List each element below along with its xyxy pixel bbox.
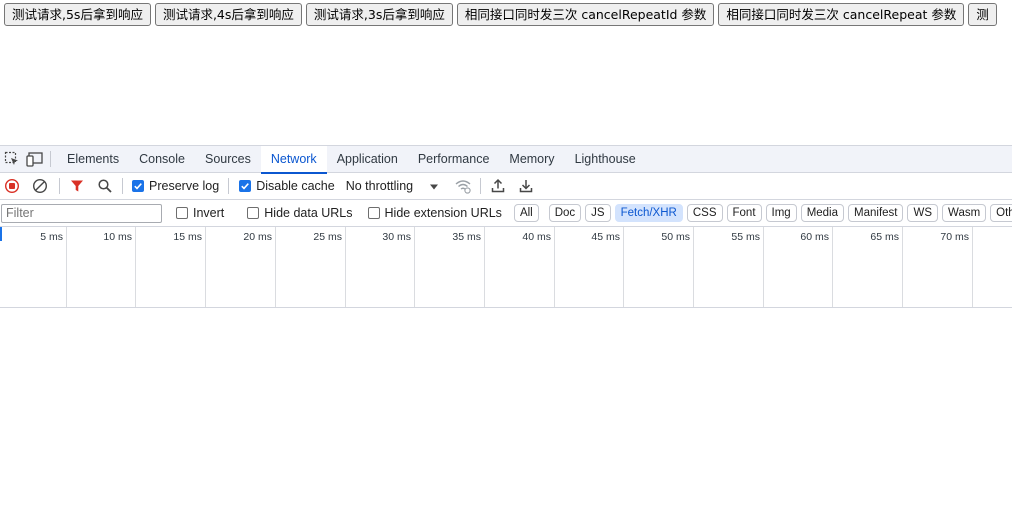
timeline-tick-label: 55 ms: [731, 231, 760, 243]
timeline-gridline: [554, 227, 555, 307]
clear-icon[interactable]: [29, 175, 51, 197]
timeline-gridline: [135, 227, 136, 307]
dropdown-arrow-icon: [429, 179, 439, 194]
timeline-gridline: [275, 227, 276, 307]
throttling-select[interactable]: No throttling: [346, 179, 439, 194]
timeline-tick-label: 35 ms: [452, 231, 481, 243]
hide-extension-urls-check-box[interactable]: [367, 207, 380, 219]
page-button-row: 测试请求,5s后拿到响应 测试请求,4s后拿到响应 测试请求,3s后拿到响应 相…: [4, 3, 997, 26]
preserve-log-check-icon[interactable]: [132, 180, 144, 192]
type-filter-fetch-xhr[interactable]: Fetch/XHR: [614, 204, 683, 222]
tab-network[interactable]: Network: [260, 145, 327, 174]
toolbar-separator: [122, 178, 123, 194]
network-timeline-overview[interactable]: 5 ms 10 ms 15 ms 20 ms 25 ms 30 ms 35 ms 40 ms 4…: [0, 227, 1012, 308]
timeline-gridline: [832, 227, 833, 307]
devtools-panel: Elements Console Sources Network Applica…: [0, 145, 1012, 520]
export-har-download-icon[interactable]: [515, 175, 537, 197]
timeline-tick-label: 60 ms: [800, 231, 829, 243]
disable-cache-checkbox[interactable]: Disable cache: [239, 179, 335, 193]
truncated-test-button[interactable]: 测: [968, 3, 997, 26]
type-filter-wasm[interactable]: Wasm: [942, 204, 987, 222]
tab-application[interactable]: Application: [327, 146, 408, 173]
test-request-5s-button[interactable]: 测试请求,5s后拿到响应: [4, 3, 151, 26]
same-api-cancel-repeat-button[interactable]: 相同接口同时发三次 cancelRepeat 参数: [718, 3, 965, 26]
tab-performance[interactable]: Performance: [408, 146, 500, 173]
timeline-tick-label: 15 ms: [173, 231, 202, 243]
timeline-start-marker: [0, 227, 2, 241]
timeline-gridline: [66, 227, 67, 307]
filter-input[interactable]: [1, 203, 162, 223]
throttling-value: No throttling: [345, 179, 414, 193]
type-filter-other[interactable]: Other: [990, 204, 1012, 222]
record-stop-icon[interactable]: [1, 175, 23, 197]
type-filter-manifest[interactable]: Manifest: [848, 204, 904, 222]
invert-checkbox[interactable]: Invert: [176, 206, 224, 220]
timeline-tick-label: 5 ms: [40, 231, 63, 243]
tab-elements[interactable]: Elements: [57, 146, 129, 173]
type-filter-all[interactable]: All: [513, 204, 539, 222]
tab-separator: [50, 151, 51, 167]
type-filter-doc[interactable]: Doc: [548, 204, 582, 222]
toolbar-separator: [59, 178, 60, 194]
timeline-tick-label: 30 ms: [382, 231, 411, 243]
same-api-cancel-repeat-id-button[interactable]: 相同接口同时发三次 cancelRepeatId 参数: [456, 3, 715, 26]
preserve-log-label: Preserve log: [149, 179, 220, 193]
search-icon[interactable]: [94, 175, 116, 197]
test-request-4s-button[interactable]: 测试请求,4s后拿到响应: [154, 3, 302, 26]
network-toolbar: Preserve log Disable cache No throttling: [0, 173, 1012, 200]
invert-check-box[interactable]: [176, 207, 188, 219]
timeline-tick-label: 65 ms: [870, 231, 899, 243]
timeline-gridline: [623, 227, 624, 307]
timeline-gridline: [345, 227, 346, 307]
timeline-gridline: [693, 227, 694, 307]
test-request-3s-button[interactable]: 测试请求,3s后拿到响应: [305, 3, 453, 26]
device-toolbar-icon[interactable]: [26, 150, 44, 168]
tab-console[interactable]: Console: [129, 146, 195, 173]
network-conditions-wifi-icon[interactable]: [452, 175, 474, 197]
hide-extension-urls-checkbox[interactable]: Hide extension URLs: [367, 206, 502, 220]
hide-extension-urls-label: Hide extension URLs: [384, 206, 502, 220]
devtools-tab-bar: Elements Console Sources Network Applica…: [0, 145, 1012, 174]
hide-data-urls-label: Hide data URLs: [264, 206, 353, 220]
timeline-tick-label: 70 ms: [940, 231, 969, 243]
toolbar-separator: [228, 178, 230, 194]
timeline-tick-label: 40 ms: [522, 231, 551, 243]
timeline-tick-label: 25 ms: [313, 231, 342, 243]
hide-data-urls-checkbox[interactable]: Hide data URLs: [247, 206, 353, 220]
disable-cache-label: Disable cache: [256, 179, 335, 193]
timeline-gridline: [902, 227, 903, 307]
timeline-tick-label: 20 ms: [243, 231, 272, 243]
timeline-gridline: [972, 227, 973, 307]
type-filter-media[interactable]: Media: [800, 204, 845, 222]
network-filter-bar: Invert Hide data URLs Hide extension URL…: [0, 200, 1012, 227]
timeline-tick-label: 45 ms: [591, 231, 620, 243]
type-filter-img[interactable]: Img: [765, 204, 797, 222]
preserve-log-checkbox[interactable]: Preserve log: [132, 179, 219, 193]
type-filter-ws[interactable]: WS: [907, 204, 939, 222]
tab-lighthouse[interactable]: Lighthouse: [565, 146, 646, 173]
tab-sources[interactable]: Sources: [195, 146, 261, 173]
timeline-gridline: [205, 227, 206, 307]
toolbar-separator: [480, 178, 482, 194]
disable-cache-check-icon[interactable]: [239, 180, 252, 192]
import-har-upload-icon[interactable]: [487, 175, 509, 197]
type-filter-css[interactable]: CSS: [686, 204, 723, 222]
invert-label: Invert: [193, 206, 225, 220]
inspect-element-icon[interactable]: [3, 150, 21, 168]
timeline-gridline: [414, 227, 415, 307]
timeline-gridline: [484, 227, 485, 307]
timeline-tick-label: 50 ms: [661, 231, 690, 243]
timeline-gridline: [763, 227, 764, 307]
hide-data-urls-check-box[interactable]: [247, 207, 260, 219]
type-filter-js[interactable]: JS: [585, 204, 611, 222]
type-filter-font[interactable]: Font: [726, 204, 762, 222]
timeline-tick-label: 10 ms: [103, 231, 132, 243]
filter-funnel-icon[interactable]: [66, 175, 88, 197]
tab-memory[interactable]: Memory: [499, 146, 564, 173]
